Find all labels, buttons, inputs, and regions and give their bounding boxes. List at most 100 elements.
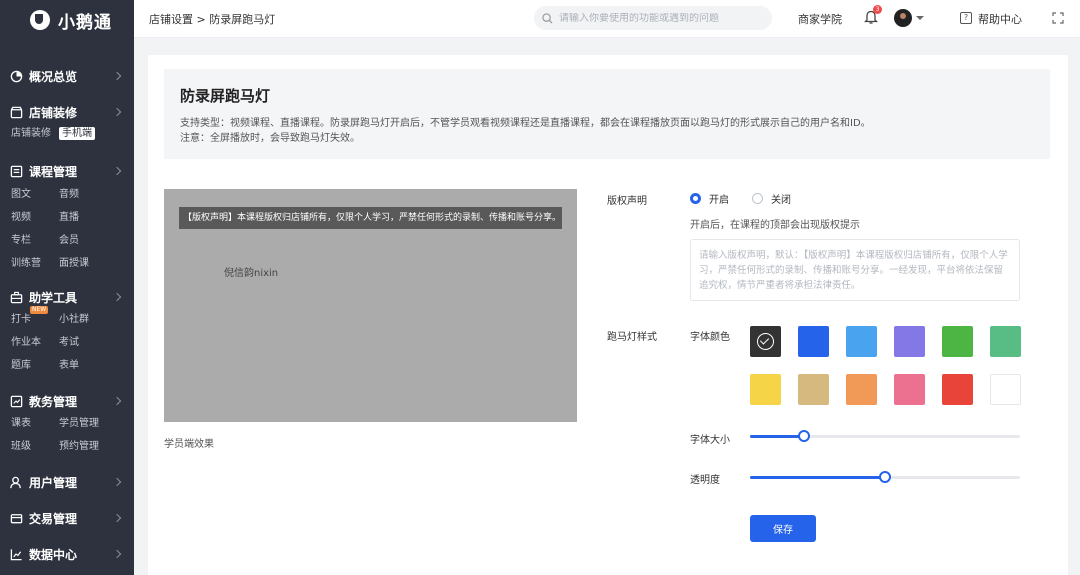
- global-search[interactable]: [534, 6, 772, 30]
- sidebar-item-student-management[interactable]: 学员管理: [59, 412, 119, 435]
- sidebar-item-mobile[interactable]: 手机端: [59, 122, 119, 145]
- radio-checked: [690, 193, 701, 204]
- sidebar-item-audio[interactable]: 音频: [59, 183, 119, 206]
- nav-overview[interactable]: 概况总览: [0, 67, 134, 85]
- sidebar-item-membership[interactable]: 会员: [59, 229, 119, 252]
- chevron-right-icon: [112, 513, 122, 523]
- nav-data-center[interactable]: 数据中心: [0, 545, 134, 563]
- sidebar-item-camp[interactable]: 训练营: [11, 252, 59, 275]
- sidebar-item-community[interactable]: 小社群: [59, 308, 119, 331]
- color-swatch-orange[interactable]: [846, 374, 877, 405]
- topbar: 店铺设置 > 防录屏跑马灯 商家学院 3 ? 帮助中心: [134, 0, 1080, 38]
- font-size-slider[interactable]: [750, 430, 1020, 442]
- brand-name: 小鹅通: [58, 12, 112, 33]
- sidebar-item-offline-course[interactable]: 面授课: [59, 252, 119, 275]
- intro-description: 支持类型：视频课程、直播课程。防录屏跑马灯开启后，不管学员观看视频课程还是直播课…: [180, 118, 871, 129]
- nav-store-decoration[interactable]: 店铺装修: [0, 103, 134, 121]
- intro-panel: 防录屏跑马灯 支持类型：视频课程、直播课程。防录屏跑马灯开启后，不管学员观看视频…: [164, 69, 1050, 159]
- sidebar-item-video[interactable]: 视频: [11, 206, 59, 229]
- search-icon: [542, 12, 553, 24]
- copyright-textarea[interactable]: [690, 239, 1020, 301]
- nav-course-management[interactable]: 课程管理: [0, 162, 134, 180]
- nav-title: 数据中心: [29, 547, 78, 562]
- sidebar-item-column[interactable]: 专栏: [11, 229, 59, 252]
- chevron-down-icon[interactable]: [916, 16, 924, 20]
- user-icon: [10, 476, 21, 488]
- slider-thumb[interactable]: [798, 430, 810, 442]
- sidebar-item-form[interactable]: 表单: [59, 354, 119, 377]
- slider-thumb[interactable]: [879, 471, 891, 483]
- new-badge: NEW: [30, 306, 49, 314]
- chart-icon: [10, 548, 22, 560]
- nav-user-management[interactable]: 用户管理: [0, 473, 134, 491]
- color-swatch-green[interactable]: [942, 326, 973, 357]
- nav-title: 交易管理: [29, 511, 78, 526]
- sidebar-item-live[interactable]: 直播: [59, 206, 119, 229]
- sidebar-item-question-bank[interactable]: 题库: [11, 354, 59, 377]
- sidebar-item-store-decoration[interactable]: 店铺装修: [11, 122, 59, 145]
- overview-icon: [10, 70, 23, 82]
- nav-title: 助学工具: [29, 290, 78, 305]
- opacity-label: 透明度: [690, 475, 720, 486]
- fullscreen-icon[interactable]: [1052, 12, 1064, 24]
- nav-title: 教务管理: [29, 394, 78, 409]
- check-icon: [757, 333, 774, 350]
- nav-title: 课程管理: [29, 164, 78, 179]
- nav-group-trade: 交易管理: [0, 509, 134, 527]
- main-content: 防录屏跑马灯 支持类型：视频课程、直播课程。防录屏跑马灯开启后，不管学员观看视频…: [148, 55, 1068, 575]
- marquee-style-label: 跑马灯样式: [607, 332, 657, 343]
- save-button[interactable]: 保存: [750, 515, 816, 542]
- slider-fill: [750, 476, 885, 479]
- font-color-label: 字体颜色: [690, 332, 730, 343]
- color-swatch-red[interactable]: [942, 374, 973, 405]
- copyright-banner-preview: 【版权声明】本课程版权归店铺所有，仅限个人学习，严禁任何形式的录制、传播和账号分…: [179, 207, 562, 229]
- chevron-right-icon: [112, 166, 122, 176]
- copyright-on-radio[interactable]: 开启: [690, 191, 729, 206]
- student-preview: 【版权声明】本课程版权归店铺所有，仅限个人学习，严禁任何形式的录制、传播和账号分…: [164, 189, 577, 422]
- chevron-right-icon: [112, 396, 122, 406]
- nav-trade-management[interactable]: 交易管理: [0, 509, 134, 527]
- nav-academic-management[interactable]: 教务管理: [0, 392, 134, 410]
- sidebar-item-article[interactable]: 图文: [11, 183, 59, 206]
- merchant-academy-link[interactable]: 商家学院: [798, 11, 842, 27]
- sidebar-item-label: 打卡: [11, 314, 31, 325]
- nav-group-course: 课程管理 图文 音频 视频 直播 专栏 会员 训练营 面授课: [0, 162, 134, 275]
- chevron-right-icon: [112, 71, 122, 81]
- nav-title: 概况总览: [29, 69, 78, 84]
- sidebar-item-homework[interactable]: 作业本: [11, 331, 59, 354]
- color-swatch-sky-blue[interactable]: [846, 326, 877, 357]
- sidebar-item-exam[interactable]: 考试: [59, 331, 119, 354]
- radio-label: 开启: [709, 195, 729, 206]
- color-swatch-tan[interactable]: [798, 374, 829, 405]
- nav-title: 用户管理: [29, 475, 78, 490]
- color-swatch-dark-gray[interactable]: [750, 326, 781, 357]
- page-title: 防录屏跑马灯: [180, 87, 271, 105]
- sidebar-item-checkin[interactable]: 打卡 NEW: [11, 306, 59, 331]
- help-icon[interactable]: ?: [960, 12, 972, 24]
- brand-logo[interactable]: 小鹅通: [0, 0, 134, 40]
- color-swatch-yellow[interactable]: [750, 374, 781, 405]
- avatar[interactable]: [894, 9, 912, 27]
- sidebar-item-label: 手机端: [59, 127, 95, 140]
- color-swatch-purple[interactable]: [894, 326, 925, 357]
- sidebar-item-class[interactable]: 班级: [11, 435, 59, 458]
- slider-fill: [750, 435, 804, 438]
- color-swatch-white[interactable]: [990, 374, 1021, 405]
- preview-caption: 学员端效果: [164, 439, 214, 450]
- opacity-slider[interactable]: [750, 471, 1020, 483]
- chevron-right-icon: [112, 107, 122, 117]
- help-center-link[interactable]: 帮助中心: [978, 11, 1022, 27]
- sidebar-item-appointment[interactable]: 预约管理: [59, 435, 119, 458]
- search-input[interactable]: [559, 12, 759, 24]
- sidebar-item-schedule[interactable]: 课表: [11, 412, 59, 435]
- intro-note: 注意：全屏播放时，会导致跑马灯失效。: [180, 133, 360, 144]
- color-swatch-mint[interactable]: [990, 326, 1021, 357]
- nav-learning-tools[interactable]: 助学工具: [0, 288, 134, 306]
- chevron-right-icon: [112, 549, 122, 559]
- copyright-label: 版权声明: [607, 196, 647, 207]
- color-swatch-pink[interactable]: [894, 374, 925, 405]
- copyright-off-radio[interactable]: 关闭: [752, 191, 791, 206]
- toolbox-icon: [10, 291, 23, 303]
- color-swatch-blue[interactable]: [798, 326, 829, 357]
- font-size-label: 字体大小: [690, 435, 730, 446]
